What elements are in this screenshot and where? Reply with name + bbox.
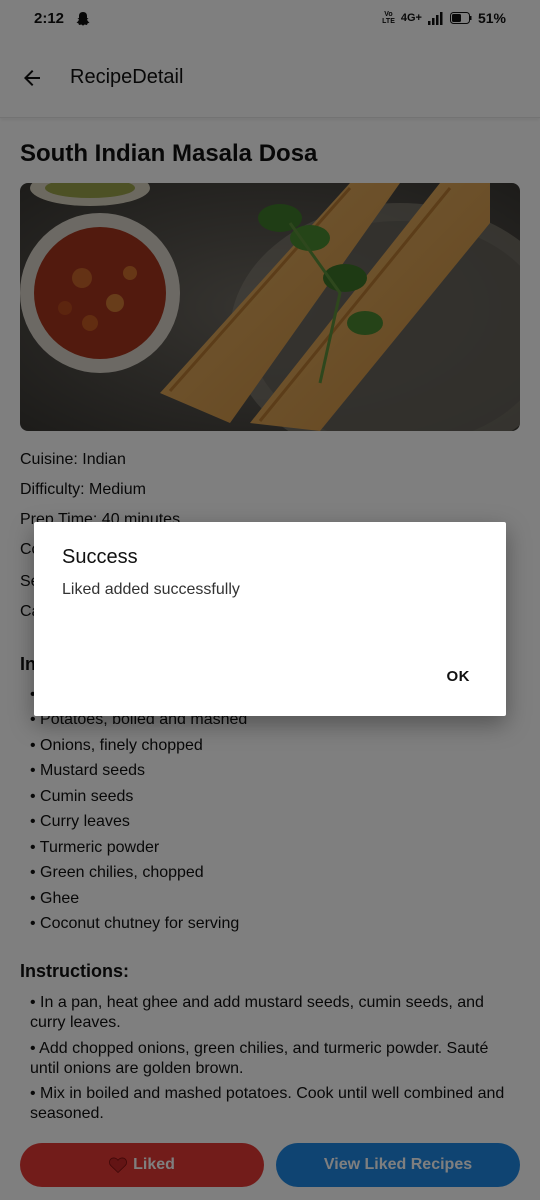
dialog-ok-button[interactable]: OK <box>447 668 471 685</box>
dialog-message: Liked added successfully <box>62 581 240 598</box>
dialog-title: Success <box>62 546 138 568</box>
success-dialog: Success Liked added successfully OK <box>34 522 506 716</box>
